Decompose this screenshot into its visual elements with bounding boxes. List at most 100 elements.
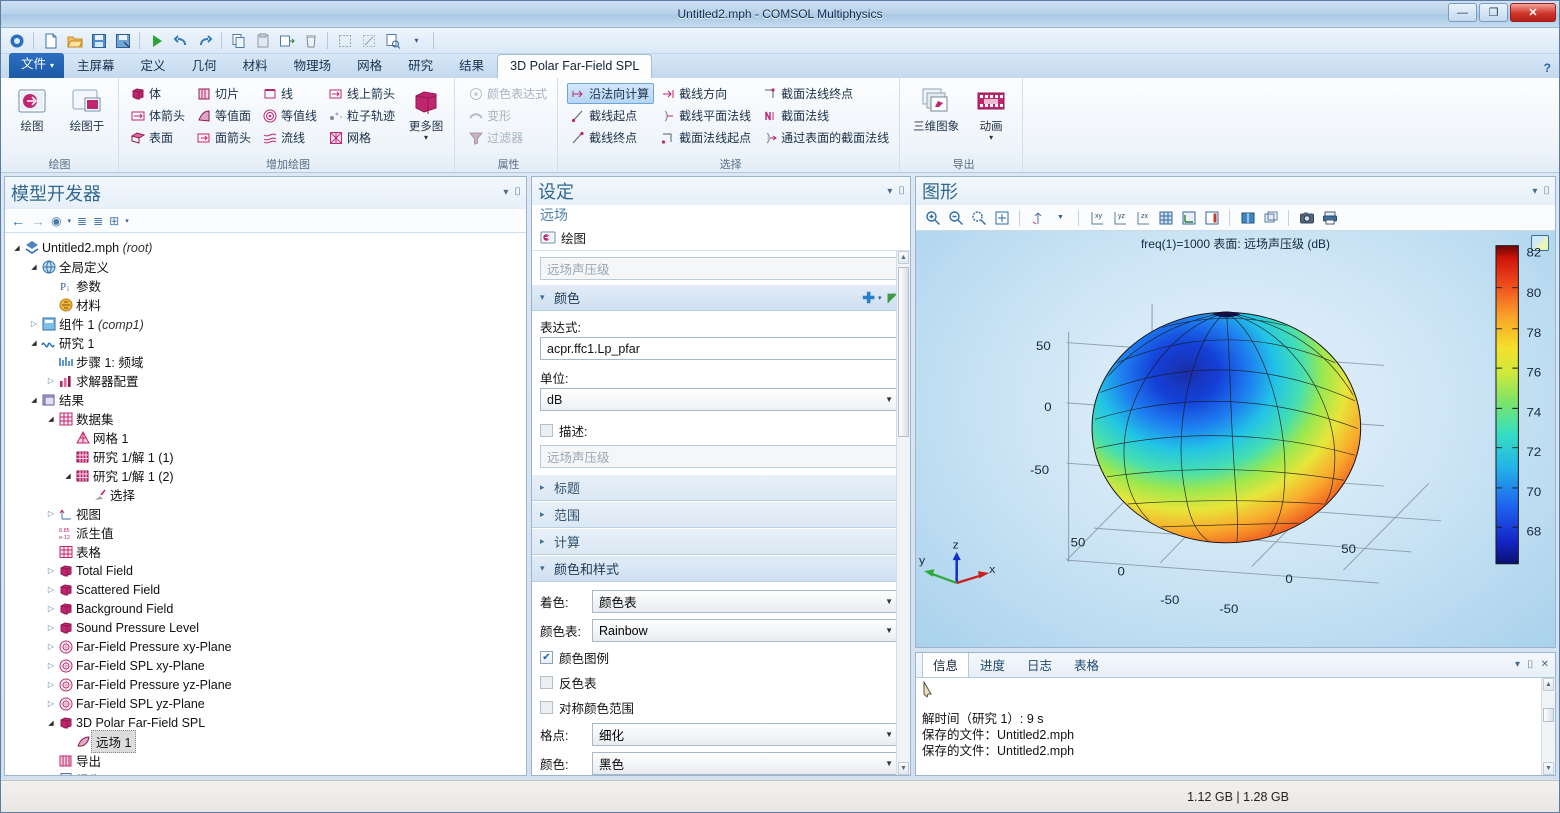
tree-expander-icon[interactable]: ▷ bbox=[45, 376, 57, 385]
tree-expander-icon[interactable]: ▷ bbox=[45, 509, 57, 518]
evaluate-along-normal-button[interactable]: 沿法向计算 bbox=[567, 83, 655, 104]
undo-icon[interactable] bbox=[169, 30, 192, 52]
add-plot-particle-trajectories[interactable]: 粒子轨迹 bbox=[325, 105, 400, 126]
paste-icon[interactable] bbox=[251, 30, 274, 52]
tree-node[interactable]: 研究 1/解 1 (1) bbox=[11, 447, 526, 466]
tree-node[interactable]: 选择 bbox=[11, 485, 526, 504]
tab-messages[interactable]: 信息 bbox=[922, 653, 970, 677]
messages-body[interactable]: 解时间（研究 1）: 9 s 保存的文件：Untitled2.mph 保存的文件… bbox=[916, 678, 1555, 775]
app-menu-icon[interactable] bbox=[5, 30, 28, 52]
tree-node[interactable]: ▷ Sound Pressure Level bbox=[11, 618, 526, 637]
open-icon[interactable] bbox=[63, 30, 86, 52]
tree-node[interactable]: ▷ 求解器配置 bbox=[11, 371, 526, 390]
expand-icon[interactable]: ≣ bbox=[93, 214, 103, 228]
snapshot-icon[interactable] bbox=[1296, 207, 1317, 228]
messages-pin-icon[interactable]: ⌷ bbox=[1527, 659, 1534, 672]
tree-node[interactable]: ◢ Untitled2.mph (root) bbox=[11, 238, 526, 257]
tree-node[interactable]: 8.85 e-12 派生值 bbox=[11, 523, 526, 542]
section-coloring-header[interactable]: ▾ 颜色和样式 bbox=[532, 555, 910, 582]
tree-node[interactable]: 网格 1 bbox=[11, 428, 526, 447]
cut-plane-normal-through-surface-button[interactable]: 通过表面的截面法线 bbox=[759, 127, 894, 148]
model-builder-pin-icon[interactable]: ⌷ bbox=[514, 186, 521, 199]
tree-node[interactable]: ▷ Far-Field SPL yz-Plane bbox=[11, 694, 526, 713]
messages-scroll-thumb[interactable] bbox=[1543, 708, 1554, 722]
messages-scrollbar[interactable]: ▲ ▼ bbox=[1541, 678, 1555, 775]
tab-definitions[interactable]: 定义 bbox=[128, 55, 179, 78]
color-legend-row[interactable]: 颜色图例 bbox=[532, 645, 910, 670]
show-dropdown-icon[interactable]: ▾ bbox=[67, 217, 71, 225]
tree-node[interactable]: ◢ 研究 1/解 1 (2) bbox=[11, 466, 526, 485]
tree-expander-icon[interactable]: ▷ bbox=[45, 699, 57, 708]
tree-expander-icon[interactable]: ◢ bbox=[28, 263, 40, 271]
reverse-colortable-row[interactable]: 反色表 bbox=[532, 670, 910, 695]
save-as-icon[interactable] bbox=[111, 30, 134, 52]
zoom-in-icon[interactable] bbox=[922, 207, 943, 228]
tab-table[interactable]: 表格 bbox=[1063, 653, 1110, 677]
gridpoints-select[interactable]: 细化 ▼ bbox=[592, 723, 900, 746]
cut-plane-normal-start-button[interactable]: 截面法线起点 bbox=[657, 127, 756, 148]
settings-collapse-icon[interactable]: ▾ bbox=[887, 186, 892, 197]
tree-node[interactable]: 远场 1 bbox=[11, 730, 526, 753]
show-icon[interactable]: ◉ bbox=[51, 214, 61, 228]
coloring-select[interactable]: 颜色表 ▼ bbox=[592, 590, 900, 613]
tree-node[interactable]: 表格 bbox=[11, 542, 526, 561]
go-to-default-view-icon[interactable] bbox=[1027, 207, 1048, 228]
transparency-icon[interactable] bbox=[1237, 207, 1258, 228]
select-box-icon[interactable] bbox=[1260, 207, 1281, 228]
animation-button[interactable]: 动画 ▾ bbox=[965, 81, 1017, 142]
print-icon[interactable] bbox=[1319, 207, 1340, 228]
section-calculate-header[interactable]: ▸ 计算 bbox=[532, 528, 910, 555]
help-icon[interactable]: ? bbox=[1544, 61, 1551, 75]
graphics-collapse-icon[interactable]: ▾ bbox=[1532, 186, 1537, 197]
close-button[interactable]: ✕ bbox=[1510, 3, 1556, 22]
compute-icon[interactable] bbox=[145, 30, 168, 52]
tree-node[interactable]: ▷ 视图 bbox=[11, 504, 526, 523]
settings-scrollbar[interactable]: ▲ ▼ bbox=[896, 251, 910, 775]
tree-expander-icon[interactable]: ▷ bbox=[45, 642, 57, 651]
tree-node[interactable]: ▷ Total Field bbox=[11, 561, 526, 580]
reverse-colortable-checkbox[interactable] bbox=[540, 676, 553, 689]
tree-node[interactable]: ◢ 3D Polar Far-Field SPL bbox=[11, 713, 526, 732]
tree-node[interactable]: ▷ Far-Field Pressure yz-Plane bbox=[11, 675, 526, 694]
tree-expander-icon[interactable]: ◢ bbox=[28, 339, 40, 347]
symmetric-range-checkbox[interactable] bbox=[540, 701, 553, 714]
select-all-icon[interactable] bbox=[333, 30, 356, 52]
legend-icon[interactable] bbox=[1201, 207, 1222, 228]
tab-progress[interactable]: 进度 bbox=[969, 653, 1016, 677]
add-plot-mesh[interactable]: 网格 bbox=[325, 127, 400, 148]
add-plot-surface[interactable]: 表面 bbox=[127, 127, 190, 148]
tree-node[interactable]: ▷ Scattered Field bbox=[11, 580, 526, 599]
messages-scroll-up-icon[interactable]: ▲ bbox=[1543, 678, 1554, 691]
tab-study[interactable]: 研究 bbox=[395, 55, 446, 78]
expression-input[interactable]: acpr.ffc1.Lp_pfar bbox=[540, 337, 900, 360]
tab-geometry[interactable]: 几何 bbox=[179, 55, 230, 78]
tree-node[interactable]: ◢ 结果 bbox=[11, 390, 526, 409]
model-builder-collapse-icon[interactable]: ▾ bbox=[503, 187, 508, 198]
symmetric-range-row[interactable]: 对称颜色范围 bbox=[532, 695, 910, 720]
section-range-header[interactable]: ▸ 范围 bbox=[532, 501, 910, 528]
tab-mesh[interactable]: 网格 bbox=[344, 55, 395, 78]
clear-selection-icon[interactable] bbox=[357, 30, 380, 52]
tree-node[interactable]: 导出 bbox=[11, 751, 526, 770]
settings-plot-row[interactable]: 绘图 bbox=[532, 227, 910, 250]
messages-close-icon[interactable]: ✕ bbox=[1541, 659, 1549, 672]
label-field[interactable]: 远场声压级 bbox=[540, 257, 900, 280]
add-plot-line[interactable]: 线 bbox=[259, 83, 322, 104]
description-field[interactable]: 远场声压级 bbox=[540, 445, 900, 468]
yz-view-icon[interactable]: yz bbox=[1109, 207, 1130, 228]
model-tree[interactable]: ◢ Untitled2.mph (root) ◢ 全局定义 Pi 参数 材料 ▷ 组件 1 (c… bbox=[5, 233, 526, 775]
unit-select[interactable]: dB ▼ bbox=[540, 388, 900, 411]
color-legend-checkbox[interactable] bbox=[540, 651, 553, 664]
copy-icon[interactable] bbox=[227, 30, 250, 52]
section-title-header[interactable]: ▸ 标题 bbox=[532, 474, 910, 501]
tree-node[interactable]: 报告 bbox=[11, 770, 526, 775]
cut-line-end-button[interactable]: 截线终点 bbox=[567, 127, 654, 148]
tree-node[interactable]: 步骤 1: 频域 bbox=[11, 352, 526, 371]
settings-scroll-up-icon[interactable]: ▲ bbox=[898, 251, 909, 264]
tree-expander-icon[interactable]: ▷ bbox=[45, 604, 57, 613]
cut-plane-normal-button[interactable]: 截面法线 bbox=[759, 105, 894, 126]
delete-icon[interactable] bbox=[299, 30, 322, 52]
back-icon[interactable]: ← bbox=[11, 213, 25, 229]
messages-scroll-down-icon[interactable]: ▼ bbox=[1543, 762, 1554, 775]
duplicate-icon[interactable] bbox=[275, 30, 298, 52]
